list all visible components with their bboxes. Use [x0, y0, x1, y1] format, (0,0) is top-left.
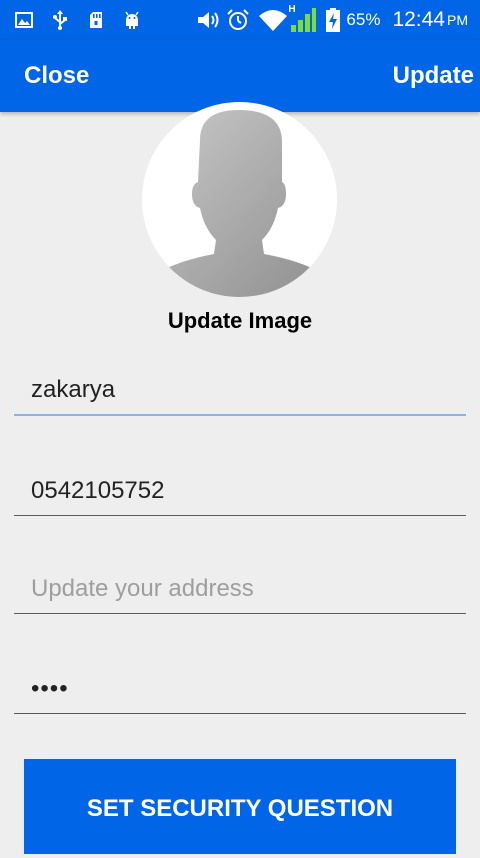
sd-card-icon	[90, 12, 102, 28]
clock: 12:44	[392, 8, 445, 31]
address-input[interactable]	[14, 564, 466, 614]
clock-ampm: PM	[447, 12, 468, 28]
wifi-icon	[259, 10, 288, 31]
android-icon	[125, 11, 139, 29]
usb-icon	[53, 10, 67, 30]
password-input[interactable]	[14, 664, 466, 714]
image-icon	[15, 12, 33, 28]
alarm-icon	[227, 9, 250, 30]
system-status-icons: H 65% 12:44 PM	[196, 4, 468, 34]
password-field	[14, 664, 466, 714]
status-bar: H 65% 12:44 PM	[0, 0, 480, 40]
profile-avatar[interactable]	[142, 102, 337, 297]
phone-input[interactable]	[14, 466, 466, 516]
update-image-label[interactable]: Update Image	[0, 308, 480, 334]
name-field	[14, 366, 466, 416]
phone-field	[14, 466, 466, 516]
name-input[interactable]	[14, 366, 466, 416]
notification-icons	[14, 8, 142, 32]
cell-signal-icon	[291, 8, 317, 32]
set-security-question-button[interactable]: SET SECURITY QUESTION	[24, 759, 456, 854]
cell-signal-wrap: H	[288, 4, 317, 32]
close-button[interactable]: Close	[24, 40, 89, 112]
battery-charging-icon	[326, 8, 341, 32]
address-field	[14, 564, 466, 614]
update-button[interactable]: Update	[393, 40, 474, 112]
battery-percent: 65%	[346, 10, 381, 29]
volume-icon	[198, 12, 219, 28]
person-silhouette-icon	[152, 110, 327, 297]
